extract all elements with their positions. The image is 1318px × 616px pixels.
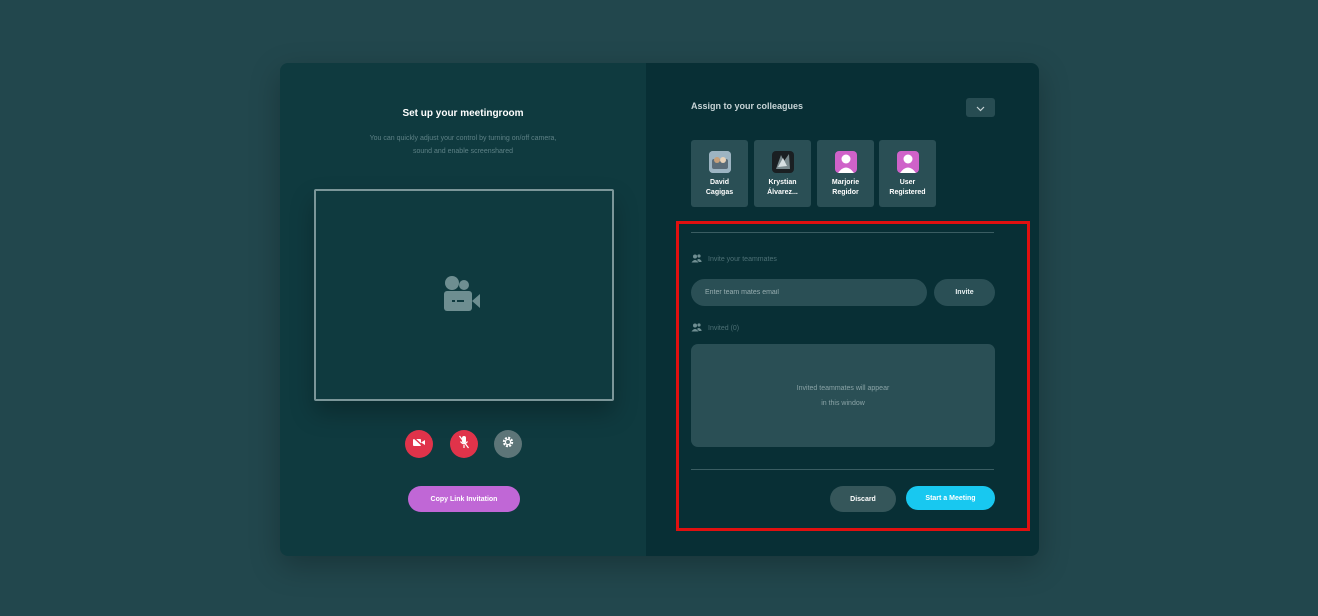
microphone-off-icon	[458, 435, 470, 454]
camera-preview	[314, 189, 614, 401]
colleague-card[interactable]: Marjorie Regidor	[817, 140, 874, 207]
microphone-toggle-button[interactable]	[450, 430, 478, 458]
divider	[691, 232, 994, 233]
assign-dropdown-button[interactable]	[966, 98, 995, 117]
setup-panel: Set up your meetingroom You can quickly …	[280, 63, 646, 556]
start-meeting-button[interactable]: Start a Meeting	[906, 486, 995, 510]
setup-subtitle: You can quickly adjust your control by t…	[369, 135, 557, 155]
assign-title: Assign to your colleagues	[691, 101, 804, 111]
discard-button[interactable]: Discard	[830, 486, 896, 512]
chevron-down-icon	[976, 99, 985, 117]
video-off-icon	[412, 435, 426, 453]
invited-list: Invited teammates will appear in this wi…	[691, 344, 995, 447]
invite-button[interactable]: Invite	[934, 279, 995, 306]
users-icon	[691, 323, 702, 334]
avatar	[771, 151, 794, 173]
gear-icon	[502, 435, 514, 453]
settings-button[interactable]	[494, 430, 522, 458]
invited-empty-message: Invited teammates will appear in this wi…	[796, 384, 890, 407]
camera-toggle-button[interactable]	[405, 430, 433, 458]
users-icon	[691, 254, 702, 265]
avatar	[708, 151, 731, 173]
assign-panel: Assign to your colleagues David Cagigas	[646, 63, 1039, 556]
colleague-name: Marjorie Regidor	[831, 179, 860, 196]
meeting-setup-modal: Set up your meetingroom You can quickly …	[280, 63, 1039, 556]
teammate-email-input[interactable]	[691, 279, 927, 306]
colleague-card[interactable]: User Registered	[879, 140, 936, 207]
colleague-name: User Registered	[889, 179, 926, 196]
copy-link-invitation-button[interactable]: Copy Link Invitation	[408, 486, 520, 512]
invite-section-label: Invite your teammates	[691, 254, 777, 265]
user-icon	[834, 151, 857, 173]
divider	[691, 469, 994, 470]
colleague-card[interactable]: Krystian Álvarez...	[754, 140, 811, 207]
colleague-name: Krystian Álvarez...	[767, 179, 798, 196]
colleague-card[interactable]: David Cagigas	[691, 140, 748, 207]
user-icon	[896, 151, 919, 173]
colleague-name: David Cagigas	[705, 179, 734, 196]
video-camera-icon	[440, 275, 482, 320]
setup-title: Set up your meetingroom	[402, 108, 524, 119]
invited-count-label: Invited (0)	[691, 323, 739, 334]
